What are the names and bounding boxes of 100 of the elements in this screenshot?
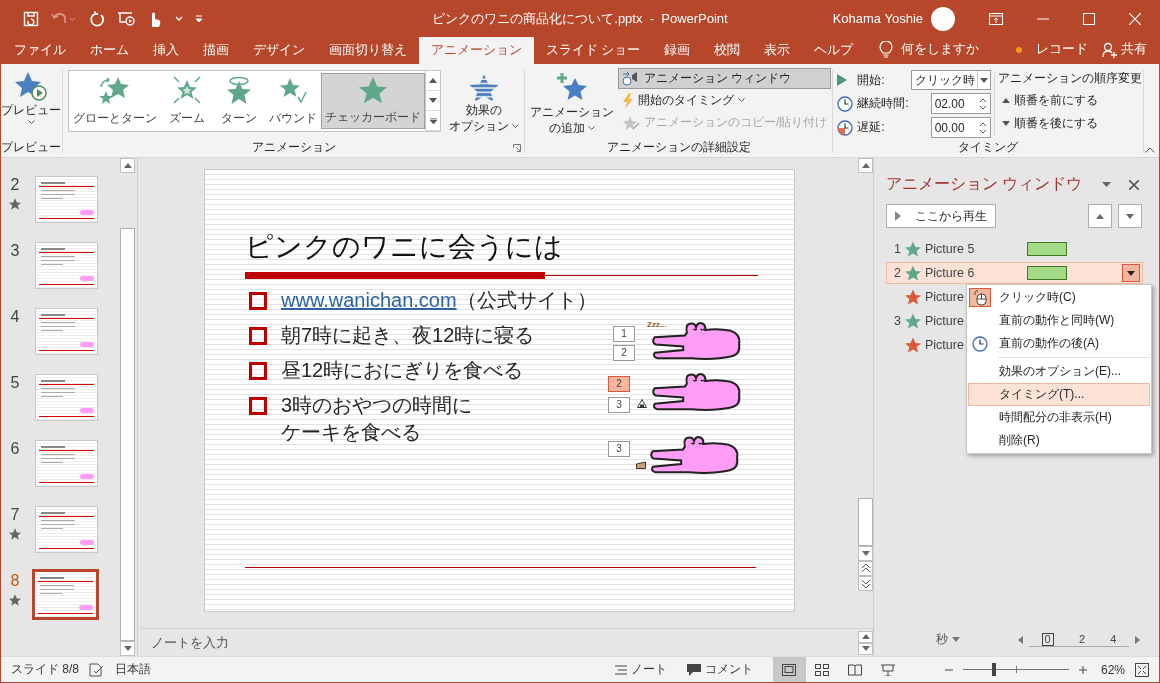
ribbon-tab[interactable]: 画面切り替え bbox=[317, 37, 419, 64]
slide-thumbnail[interactable] bbox=[32, 569, 99, 620]
ribbon-tab[interactable]: ホーム bbox=[78, 37, 141, 64]
next-slide-button[interactable] bbox=[858, 576, 873, 591]
normal-view-button[interactable] bbox=[772, 657, 806, 682]
timing-bar bbox=[1027, 266, 1067, 280]
slide-thumbnail[interactable] bbox=[35, 374, 98, 421]
ribbon-tab[interactable]: 録画 bbox=[652, 37, 703, 64]
scroll-left-icon[interactable] bbox=[1018, 635, 1023, 644]
menu-item[interactable]: クリック時(C) bbox=[968, 286, 1150, 309]
language[interactable]: 日本語 bbox=[115, 661, 151, 678]
bullet-text: 昼12時におにぎりを食べる bbox=[281, 358, 524, 383]
caret-icon[interactable] bbox=[175, 15, 183, 22]
collapse-ribbon-icon[interactable] bbox=[1145, 147, 1155, 153]
animation-effect[interactable]: ズーム bbox=[161, 73, 213, 129]
ribbon-tab[interactable]: 描画 bbox=[191, 37, 241, 64]
comments-button[interactable]: コメント bbox=[686, 661, 753, 678]
avatar[interactable] bbox=[931, 6, 955, 31]
slide-thumbnail[interactable] bbox=[35, 176, 98, 223]
redo-icon[interactable] bbox=[89, 10, 105, 27]
dot-icon bbox=[1016, 47, 1022, 53]
effect-options-button[interactable]: 効果の オプション bbox=[445, 68, 523, 136]
menu-item[interactable]: 時間配分の非表示(H) bbox=[968, 406, 1150, 429]
animation-effect[interactable]: チェッカーボード bbox=[321, 73, 425, 129]
menu-item[interactable]: 直前の動作と同時(W) bbox=[968, 309, 1150, 332]
scroll-up-button[interactable] bbox=[858, 630, 873, 643]
maximize-icon[interactable] bbox=[1083, 12, 1095, 25]
notes-button[interactable]: ノート bbox=[614, 661, 667, 678]
customize-icon[interactable] bbox=[195, 14, 203, 23]
ribbon-tab[interactable]: ヘルプ bbox=[802, 37, 866, 64]
slide-number: 7 bbox=[10, 506, 20, 524]
play-from-button[interactable]: ここから再生 bbox=[886, 204, 996, 228]
animation-tag[interactable]: 1 bbox=[613, 326, 635, 342]
zoom-in-icon[interactable] bbox=[1078, 665, 1087, 674]
slide-thumbnail[interactable] bbox=[35, 242, 98, 289]
slide-thumbnail[interactable] bbox=[35, 440, 98, 487]
scroll-right-icon[interactable] bbox=[1135, 635, 1140, 644]
user-name[interactable]: Kohama Yoshie bbox=[832, 11, 923, 26]
previous-slide-button[interactable] bbox=[858, 561, 873, 576]
animation-tag[interactable]: 3 bbox=[608, 397, 630, 413]
mouse-icon bbox=[973, 289, 987, 306]
tell-me-field[interactable]: 何をしますか bbox=[901, 41, 980, 64]
scroll-up-button[interactable] bbox=[120, 158, 135, 173]
record-button[interactable]: レコード bbox=[1022, 41, 1096, 64]
animation-tag[interactable]: 2 bbox=[613, 345, 635, 361]
double-up-icon bbox=[861, 564, 870, 573]
presentation-icon[interactable] bbox=[117, 10, 135, 27]
zoom-slider[interactable] bbox=[962, 663, 1069, 676]
animation-tag[interactable]: 2 bbox=[608, 376, 630, 392]
fit-to-window-icon[interactable] bbox=[1135, 662, 1149, 677]
animation-effect[interactable]: グローとターン bbox=[69, 73, 161, 129]
menu-item[interactable]: 削除(R) bbox=[968, 429, 1150, 452]
scroll-down-button[interactable] bbox=[858, 546, 873, 561]
scroll-up-button[interactable] bbox=[858, 158, 873, 173]
caret-icon bbox=[27, 119, 35, 125]
ribbon-tab[interactable]: 校閲 bbox=[702, 37, 753, 64]
ribbon-tab[interactable]: スライド ショー bbox=[534, 37, 653, 64]
slide-thumbnail[interactable] bbox=[35, 308, 98, 355]
pane-options-icon[interactable] bbox=[1102, 182, 1111, 187]
share-button[interactable]: 共有 bbox=[1096, 41, 1159, 64]
spell-check-icon[interactable] bbox=[89, 662, 105, 677]
zoom-level[interactable]: 62% bbox=[1100, 662, 1125, 677]
star-play-icon bbox=[15, 72, 47, 102]
website-link[interactable]: www.wanichan.com bbox=[281, 289, 457, 311]
save-icon[interactable] bbox=[23, 10, 39, 27]
scrollbar-thumb[interactable] bbox=[120, 228, 135, 641]
menu-item[interactable]: タイミング(T)... bbox=[968, 383, 1150, 406]
move-earlier-button[interactable]: 順番を前にする bbox=[997, 90, 1142, 111]
animation-effect[interactable]: ターン bbox=[213, 73, 265, 129]
scroll-down-button[interactable] bbox=[120, 641, 135, 656]
preview-button[interactable]: プレビュー bbox=[1, 68, 61, 127]
menu-item[interactable]: 効果のオプション(E)... bbox=[968, 360, 1150, 383]
slide-thumbnail[interactable] bbox=[35, 506, 98, 553]
item-menu-button[interactable] bbox=[1122, 264, 1140, 282]
ribbon-tab[interactable]: デザイン bbox=[241, 37, 317, 64]
delay-field[interactable]: 00.00 bbox=[930, 117, 991, 138]
ribbon-tab[interactable]: ファイル bbox=[2, 37, 78, 64]
notes-field[interactable]: ノートを入力 bbox=[141, 633, 858, 652]
move-up-button[interactable] bbox=[1088, 204, 1112, 228]
animation-item[interactable]: 2 Picture 6 bbox=[886, 262, 1143, 284]
ribbon-tab[interactable]: 表示 bbox=[752, 37, 803, 64]
ribbon-tab[interactable]: アニメーション bbox=[419, 37, 534, 64]
scrollbar-thumb[interactable] bbox=[858, 498, 873, 546]
time-unit-dropdown[interactable]: 秒 bbox=[936, 631, 960, 648]
move-later-button[interactable]: 順番を後にする bbox=[997, 113, 1142, 134]
duration-field[interactable]: 02.00 bbox=[930, 93, 991, 114]
close-icon[interactable] bbox=[1129, 179, 1139, 190]
dialog-launcher-icon[interactable] bbox=[513, 144, 521, 152]
zoom-thumb[interactable] bbox=[991, 663, 996, 676]
animation-effect[interactable]: バウンド bbox=[265, 73, 321, 129]
menu-item[interactable]: 直前の動作の後(A) bbox=[968, 332, 1150, 355]
move-down-button[interactable] bbox=[1118, 204, 1142, 228]
ribbon-display-icon[interactable] bbox=[989, 12, 1003, 25]
animation-pane-button[interactable]: アニメーション ウィンドウ bbox=[618, 68, 832, 89]
animation-tag[interactable]: 3 bbox=[608, 441, 630, 457]
ribbon-tab[interactable]: 挿入 bbox=[141, 37, 191, 64]
animation-item[interactable]: 1 Picture 5 bbox=[886, 238, 1143, 260]
trigger-button[interactable]: 開始のタイミング bbox=[618, 90, 832, 111]
start-dropdown[interactable]: クリック時 bbox=[910, 70, 991, 90]
add-animation-button[interactable]: アニメーション の追加 bbox=[526, 68, 618, 138]
